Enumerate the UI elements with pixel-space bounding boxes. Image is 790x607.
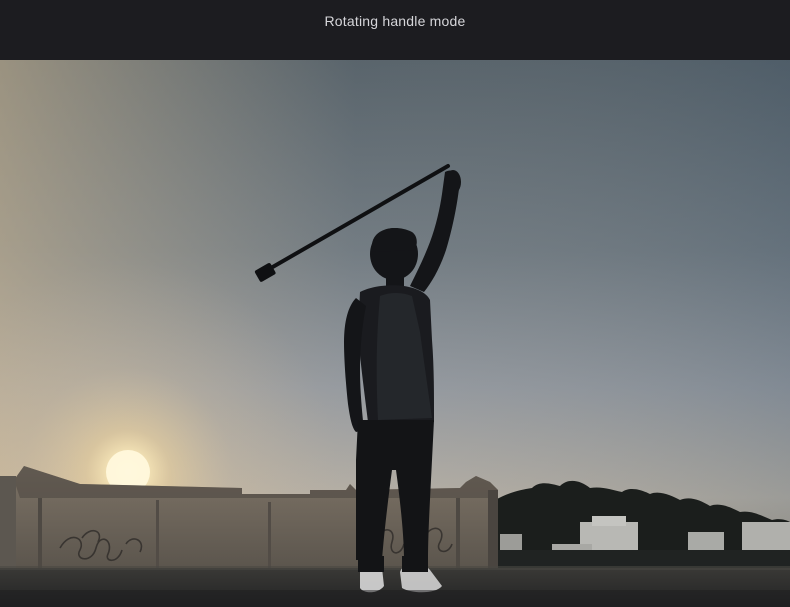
building: [742, 522, 790, 554]
wall-seam: [268, 502, 271, 568]
building: [592, 516, 626, 526]
page: Rotating handle mode: [0, 0, 790, 607]
title-bar: Rotating handle mode: [0, 0, 790, 60]
wall-right-pillar: [488, 490, 498, 573]
wall-seam: [456, 498, 460, 568]
photo-viewport: [0, 60, 790, 607]
sunset-silhouette-photo: [0, 60, 790, 607]
floor-edge: [0, 566, 790, 570]
bottom-shade: [0, 590, 790, 607]
page-title: Rotating handle mode: [324, 13, 466, 29]
wall-seam: [156, 500, 159, 568]
wall-seam: [38, 498, 42, 568]
wall-left-edge: [0, 476, 16, 573]
